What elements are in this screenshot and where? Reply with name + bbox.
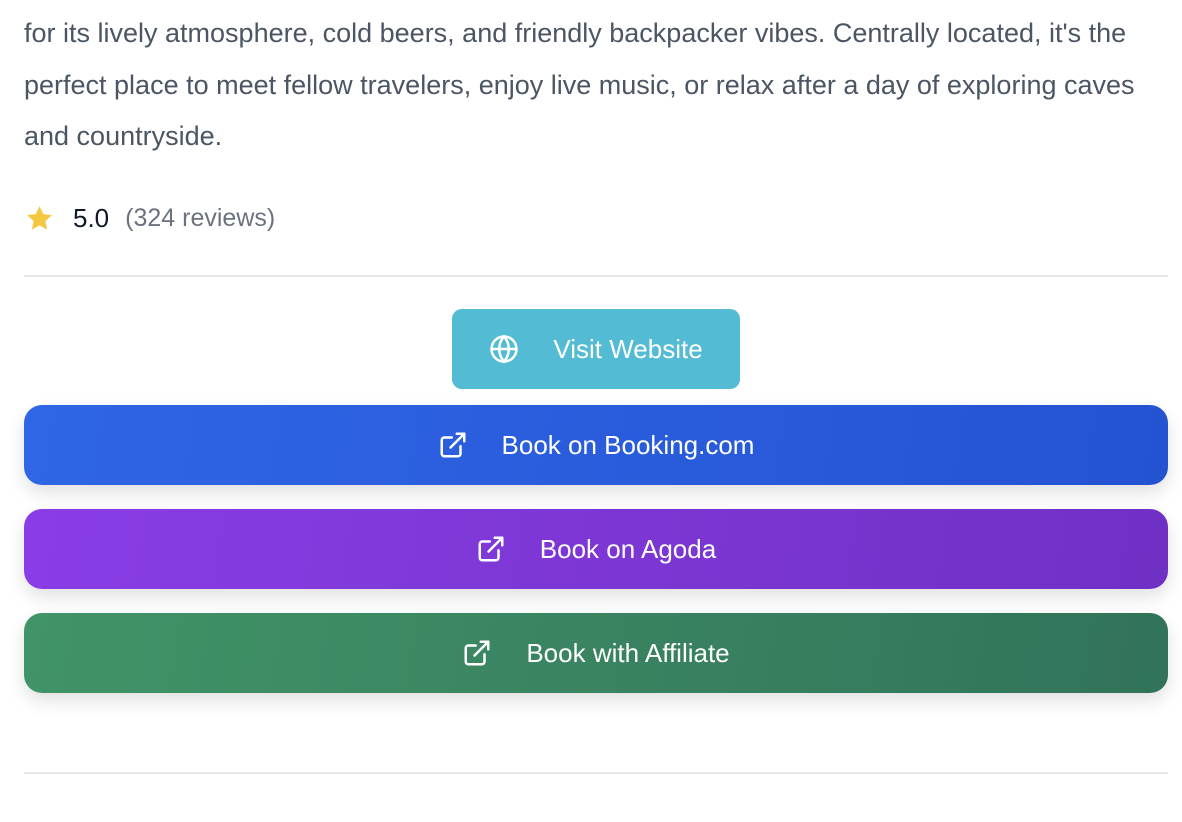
external-link-icon — [478, 536, 504, 562]
book-affiliate-label: Book with Affiliate — [526, 637, 730, 668]
globe-icon — [490, 334, 519, 364]
external-link-icon — [464, 640, 490, 666]
book-agoda-button[interactable]: Book on Agoda — [24, 509, 1168, 589]
visit-website-button[interactable]: Visit Website — [452, 309, 740, 389]
external-link-icon — [440, 432, 466, 458]
book-affiliate-button[interactable]: Book with Affiliate — [24, 613, 1168, 693]
rating: 5.0 (324 reviews) — [24, 200, 275, 236]
divider — [24, 275, 1168, 277]
book-booking-button[interactable]: Book on Booking.com — [24, 405, 1168, 485]
visit-website-label: Visit Website — [553, 333, 703, 364]
rating-score: 5.0 — [73, 202, 110, 233]
listing-description: for its lively atmosphere, cold beers, a… — [24, 18, 1135, 151]
book-booking-label: Book on Booking.com — [501, 429, 755, 460]
divider — [24, 772, 1168, 774]
book-agoda-label: Book on Agoda — [539, 533, 717, 564]
star-icon — [27, 205, 52, 230]
review-count: (324 reviews) — [125, 203, 276, 232]
